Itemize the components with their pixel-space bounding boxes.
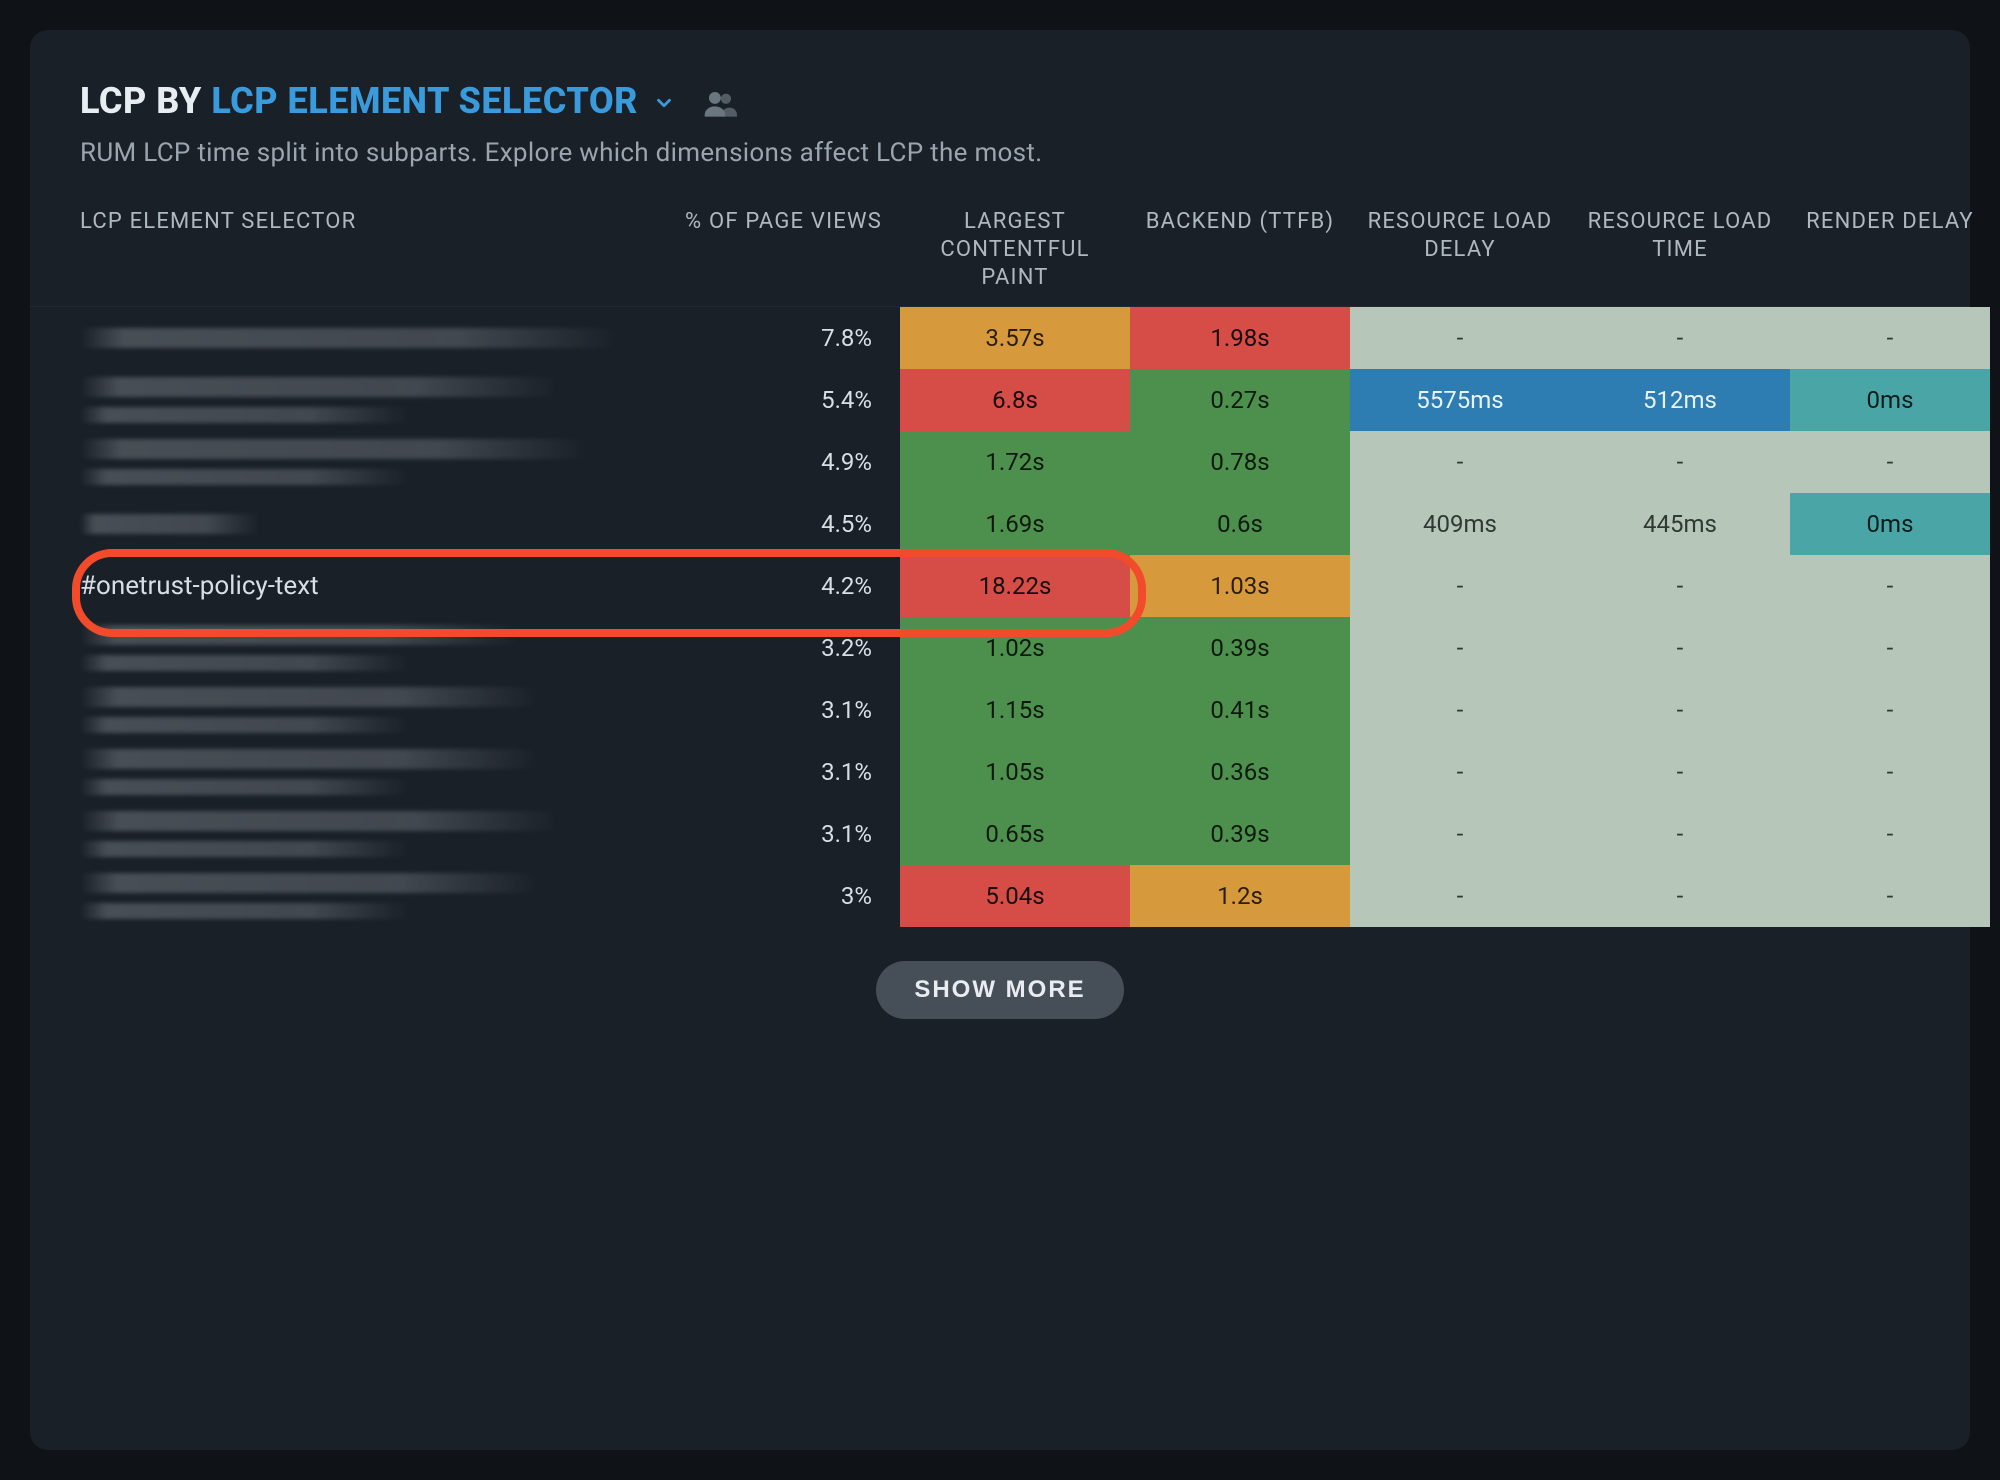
cell-render-delay: - <box>1790 741 1990 803</box>
table-row[interactable]: 3.1%0.65s0.39s--- <box>30 803 1970 865</box>
cell-selector[interactable] <box>30 493 670 555</box>
cell-lcp: 6.8s <box>900 369 1130 431</box>
table-row[interactable]: 7.8%3.57s1.98s--- <box>30 307 1970 369</box>
table-body: 7.8%3.57s1.98s---5.4%6.8s0.27s5575ms512m… <box>30 307 1970 927</box>
cell-pct-page-views: 3.2% <box>670 617 900 679</box>
cell-resource-load-time: - <box>1570 617 1790 679</box>
cell-ttfb: 0.39s <box>1130 617 1350 679</box>
cell-resource-load-delay: - <box>1350 803 1570 865</box>
cell-resource-load-delay: 409ms <box>1350 493 1570 555</box>
cell-lcp: 0.65s <box>900 803 1130 865</box>
chevron-down-icon[interactable] <box>653 92 675 114</box>
col-ttfb[interactable]: BACKEND (TTFB) <box>1130 208 1350 292</box>
cell-pct-page-views: 3.1% <box>670 741 900 803</box>
cell-resource-load-delay: - <box>1350 307 1570 369</box>
cell-render-delay: - <box>1790 555 1990 617</box>
col-selector[interactable]: LCP ELEMENT SELECTOR <box>30 208 670 292</box>
cell-render-delay: 0ms <box>1790 369 1990 431</box>
cell-render-delay: - <box>1790 307 1990 369</box>
cell-resource-load-delay: 5575ms <box>1350 369 1570 431</box>
cell-resource-load-delay: - <box>1350 617 1570 679</box>
cell-lcp: 1.15s <box>900 679 1130 741</box>
lcp-table: LCP ELEMENT SELECTOR % OF PAGE VIEWS LAR… <box>30 208 1970 927</box>
cell-render-delay: - <box>1790 679 1990 741</box>
cell-resource-load-delay: - <box>1350 741 1570 803</box>
table-row[interactable]: 3.1%1.15s0.41s--- <box>30 679 1970 741</box>
table-row[interactable]: 3%5.04s1.2s--- <box>30 865 1970 927</box>
cell-pct-page-views: 4.9% <box>670 431 900 493</box>
cell-ttfb: 0.27s <box>1130 369 1350 431</box>
col-pct-page-views[interactable]: % OF PAGE VIEWS <box>670 208 900 292</box>
cell-selector[interactable] <box>30 865 670 927</box>
cell-selector[interactable] <box>30 307 670 369</box>
cell-pct-page-views: 3% <box>670 865 900 927</box>
cell-resource-load-time: 512ms <box>1570 369 1790 431</box>
cell-pct-page-views: 5.4% <box>670 369 900 431</box>
cell-resource-load-delay: - <box>1350 431 1570 493</box>
cell-pct-page-views: 3.1% <box>670 803 900 865</box>
lcp-breakdown-panel: LCP BY LCP ELEMENT SELECTOR RUM LCP time… <box>30 30 1970 1450</box>
table-row[interactable]: 4.9%1.72s0.78s--- <box>30 431 1970 493</box>
title-dimension[interactable]: LCP ELEMENT SELECTOR <box>211 80 685 122</box>
cell-lcp: 18.22s <box>900 555 1130 617</box>
cell-ttfb: 0.78s <box>1130 431 1350 493</box>
cell-resource-load-delay: - <box>1350 865 1570 927</box>
cell-selector[interactable] <box>30 679 670 741</box>
table-header: LCP ELEMENT SELECTOR % OF PAGE VIEWS LAR… <box>30 208 1970 307</box>
selector-text: #onetrust-policy-text <box>80 571 319 601</box>
col-res-load-time[interactable]: RESOURCE LOAD TIME <box>1570 208 1790 292</box>
table-row[interactable]: 4.5%1.69s0.6s409ms445ms0ms <box>30 493 1970 555</box>
table-row[interactable]: 3.2%1.02s0.39s--- <box>30 617 1970 679</box>
col-render-delay[interactable]: RENDER DELAY <box>1790 208 1990 292</box>
cell-lcp: 3.57s <box>900 307 1130 369</box>
cell-ttfb: 0.41s <box>1130 679 1350 741</box>
cell-render-delay: - <box>1790 865 1990 927</box>
cell-resource-load-time: - <box>1570 307 1790 369</box>
cell-lcp: 1.72s <box>900 431 1130 493</box>
cell-pct-page-views: 4.2% <box>670 555 900 617</box>
panel-title: LCP BY LCP ELEMENT SELECTOR <box>80 80 1920 122</box>
cell-selector[interactable]: #onetrust-policy-text <box>30 555 670 617</box>
cell-selector[interactable] <box>30 369 670 431</box>
cell-resource-load-time: - <box>1570 431 1790 493</box>
cell-ttfb: 1.2s <box>1130 865 1350 927</box>
panel-subtitle: RUM LCP time split into subparts. Explor… <box>30 138 1970 168</box>
table-row[interactable]: 5.4%6.8s0.27s5575ms512ms0ms <box>30 369 1970 431</box>
cell-selector[interactable] <box>30 617 670 679</box>
title-prefix: LCP BY <box>80 80 211 122</box>
users-icon[interactable] <box>703 88 737 118</box>
cell-lcp: 1.02s <box>900 617 1130 679</box>
cell-selector[interactable] <box>30 431 670 493</box>
cell-lcp: 1.05s <box>900 741 1130 803</box>
cell-render-delay: - <box>1790 617 1990 679</box>
cell-resource-load-delay: - <box>1350 679 1570 741</box>
cell-selector[interactable] <box>30 803 670 865</box>
cell-pct-page-views: 3.1% <box>670 679 900 741</box>
cell-resource-load-time: - <box>1570 803 1790 865</box>
cell-render-delay: 0ms <box>1790 493 1990 555</box>
cell-resource-load-time: - <box>1570 679 1790 741</box>
cell-resource-load-time: 445ms <box>1570 493 1790 555</box>
cell-ttfb: 1.98s <box>1130 307 1350 369</box>
col-res-load-delay[interactable]: RESOURCE LOAD DELAY <box>1350 208 1570 292</box>
cell-lcp: 5.04s <box>900 865 1130 927</box>
show-more-button[interactable]: SHOW MORE <box>876 961 1123 1019</box>
cell-render-delay: - <box>1790 431 1990 493</box>
cell-lcp: 1.69s <box>900 493 1130 555</box>
cell-resource-load-time: - <box>1570 555 1790 617</box>
table-row[interactable]: #onetrust-policy-text4.2%18.22s1.03s--- <box>30 555 1970 617</box>
cell-ttfb: 1.03s <box>1130 555 1350 617</box>
cell-selector[interactable] <box>30 741 670 803</box>
cell-pct-page-views: 7.8% <box>670 307 900 369</box>
cell-ttfb: 0.39s <box>1130 803 1350 865</box>
cell-resource-load-time: - <box>1570 865 1790 927</box>
cell-ttfb: 0.6s <box>1130 493 1350 555</box>
table-row[interactable]: 3.1%1.05s0.36s--- <box>30 741 1970 803</box>
cell-ttfb: 0.36s <box>1130 741 1350 803</box>
cell-resource-load-delay: - <box>1350 555 1570 617</box>
cell-pct-page-views: 4.5% <box>670 493 900 555</box>
col-lcp[interactable]: LARGEST CONTENTFUL PAINT <box>900 208 1130 292</box>
cell-render-delay: - <box>1790 803 1990 865</box>
cell-resource-load-time: - <box>1570 741 1790 803</box>
